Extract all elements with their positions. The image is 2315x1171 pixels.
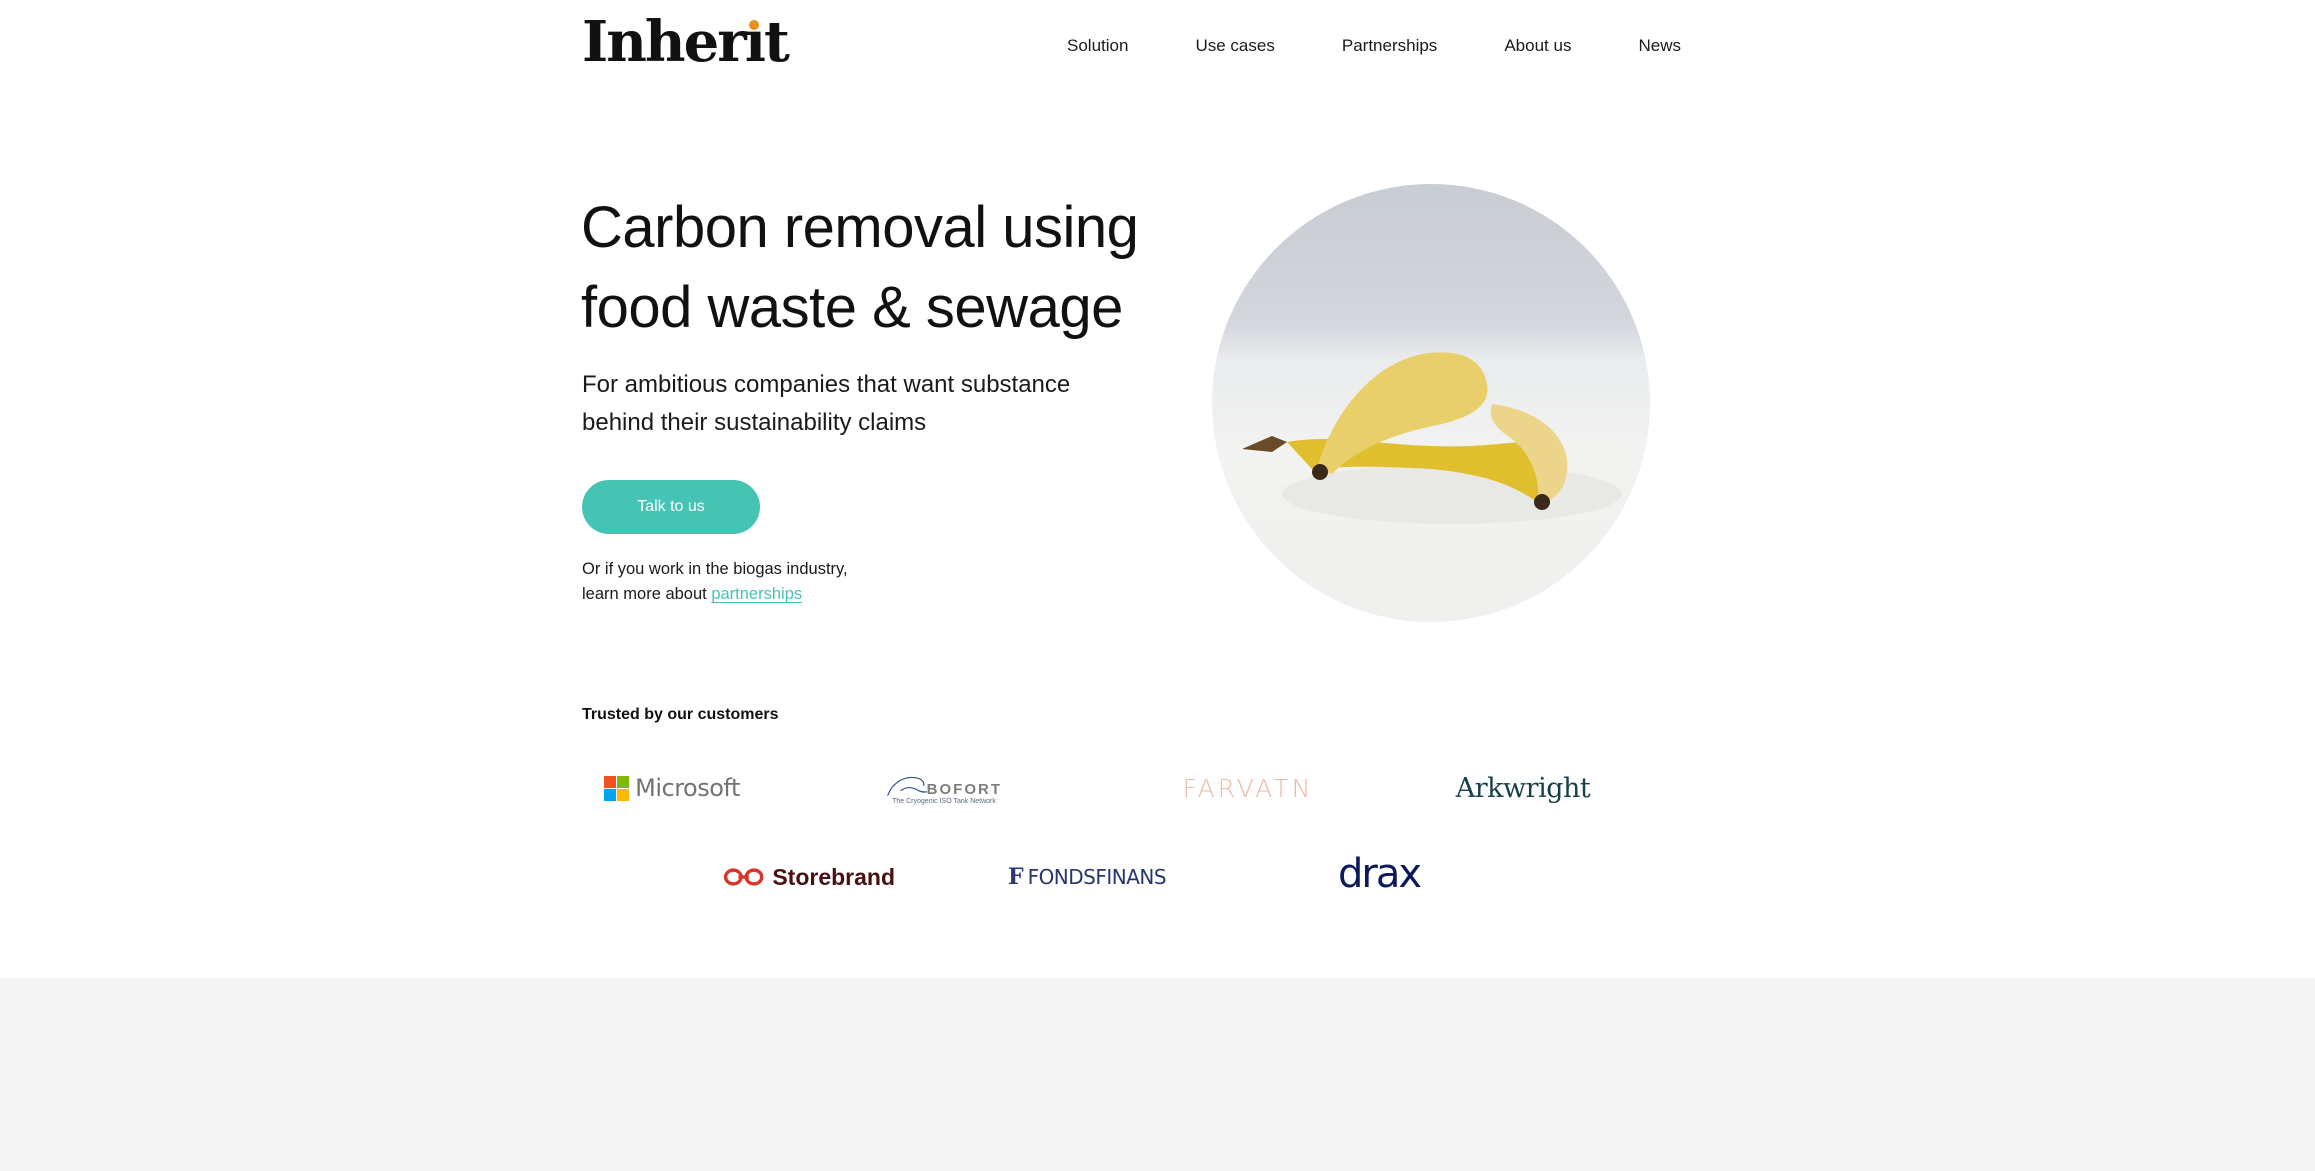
hero-title-line-1: Carbon removal using — [581, 195, 1139, 260]
banana-stem — [1242, 436, 1287, 452]
footer-section — [0, 978, 2315, 1171]
hero-title-line-2: food waste & sewage — [581, 275, 1123, 340]
customer-logo-arkwright: Arkwright — [1455, 768, 1591, 808]
banana-peel-image — [1212, 184, 1650, 622]
customer-logo-fondsfinans: F FONDSFINANS — [1007, 857, 1167, 897]
bofort-tagline: The Cryogenic ISO Tank Network — [892, 797, 996, 805]
storebrand-wordmark: Storebrand — [772, 863, 895, 890]
main-nav: Solution Use cases Partnerships About us… — [1067, 36, 1681, 56]
nav-solution[interactable]: Solution — [1067, 36, 1128, 56]
trusted-heading: Trusted by our customers — [582, 706, 779, 723]
storebrand-chain-icon — [723, 868, 764, 886]
note-line-1: Or if you work in the biogas industry, — [582, 560, 848, 578]
bofort-wave-icon — [887, 776, 927, 796]
banana-tip-left — [1312, 464, 1328, 480]
customer-logo-bofort: BOFORT The Cryogenic ISO Tank Network — [886, 768, 1002, 808]
customer-logo-drax: drax — [1334, 851, 1424, 897]
logo-i: ı — [745, 14, 766, 70]
logo-text-end: t — [764, 9, 790, 75]
nav-about-us[interactable]: About us — [1504, 36, 1571, 56]
nav-use-cases[interactable]: Use cases — [1195, 36, 1274, 56]
inherit-logo[interactable]: Inherı t — [582, 14, 790, 70]
hero-title: Carbon removal using food waste & sewage — [581, 188, 1141, 348]
nav-partnerships[interactable]: Partnerships — [1342, 36, 1437, 56]
customer-logo-farvatn: FARVATN — [1178, 768, 1318, 808]
hero-subtitle-line-1: For ambitious companies that want substa… — [582, 371, 1071, 398]
fondsfinans-f-icon: F — [1007, 864, 1024, 890]
banana-tip-right — [1534, 494, 1550, 510]
biogas-note: Or if you work in the biogas industry, l… — [582, 557, 922, 607]
talk-to-us-button[interactable]: Talk to us — [582, 480, 760, 534]
farvatn-wordmark: FARVATN — [1182, 773, 1314, 803]
logo-i-stem: ı — [744, 9, 766, 75]
customer-logo-microsoft: Microsoft — [604, 768, 740, 808]
partnerships-link[interactable]: partnerships — [711, 585, 802, 603]
banana-peel-illustration — [1242, 352, 1622, 524]
microsoft-wordmark: Microsoft — [635, 774, 740, 802]
microsoft-icon — [604, 775, 630, 801]
drax-wordmark: drax — [1337, 851, 1422, 897]
arkwright-wordmark: Arkwright — [1455, 772, 1591, 804]
hero-subtitle: For ambitious companies that want substa… — [582, 366, 1142, 442]
logo-text: Inher — [582, 9, 747, 75]
customer-logo-storebrand: Storebrand — [723, 857, 895, 897]
fondsfinans-wordmark: FONDSFINANS — [1027, 865, 1167, 889]
bofort-wordmark: BOFORT — [926, 780, 1002, 798]
nav-news[interactable]: News — [1638, 36, 1681, 56]
hero-subtitle-line-2: behind their sustainability claims — [582, 409, 927, 436]
note-line-2: learn more about — [582, 585, 712, 603]
bofort-top: BOFORT — [886, 772, 1002, 798]
